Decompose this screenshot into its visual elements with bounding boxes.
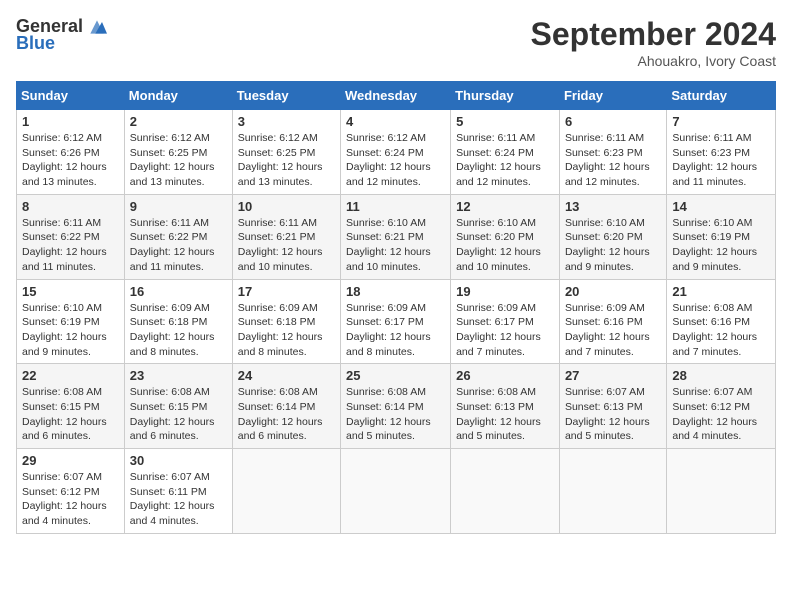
day-20: 20 Sunrise: 6:09 AMSunset: 6:16 PMDaylig… xyxy=(559,279,666,364)
col-friday: Friday xyxy=(559,82,666,110)
day-29: 29 Sunrise: 6:07 AMSunset: 6:12 PMDaylig… xyxy=(17,449,125,534)
logo: General Blue xyxy=(16,16,107,54)
week-5: 29 Sunrise: 6:07 AMSunset: 6:12 PMDaylig… xyxy=(17,449,776,534)
week-3: 15 Sunrise: 6:10 AMSunset: 6:19 PMDaylig… xyxy=(17,279,776,364)
logo-icon xyxy=(87,17,107,37)
calendar-header-row: Sunday Monday Tuesday Wednesday Thursday… xyxy=(17,82,776,110)
page-header: General Blue September 2024 Ahouakro, Iv… xyxy=(16,16,776,69)
title-section: September 2024 Ahouakro, Ivory Coast xyxy=(531,16,776,69)
day-1: 1 Sunrise: 6:12 AMSunset: 6:26 PMDayligh… xyxy=(17,110,125,195)
empty-cell-3 xyxy=(451,449,560,534)
day-16: 16 Sunrise: 6:09 AMSunset: 6:18 PMDaylig… xyxy=(124,279,232,364)
day-7: 7 Sunrise: 6:11 AMSunset: 6:23 PMDayligh… xyxy=(667,110,776,195)
col-tuesday: Tuesday xyxy=(232,82,340,110)
empty-cell-2 xyxy=(341,449,451,534)
day-13: 13 Sunrise: 6:10 AMSunset: 6:20 PMDaylig… xyxy=(559,194,666,279)
col-sunday: Sunday xyxy=(17,82,125,110)
col-wednesday: Wednesday xyxy=(341,82,451,110)
day-26: 26 Sunrise: 6:08 AMSunset: 6:13 PMDaylig… xyxy=(451,364,560,449)
day-11: 11 Sunrise: 6:10 AMSunset: 6:21 PMDaylig… xyxy=(341,194,451,279)
day-15: 15 Sunrise: 6:10 AMSunset: 6:19 PMDaylig… xyxy=(17,279,125,364)
day-4: 4 Sunrise: 6:12 AMSunset: 6:24 PMDayligh… xyxy=(341,110,451,195)
day-5: 5 Sunrise: 6:11 AMSunset: 6:24 PMDayligh… xyxy=(451,110,560,195)
day-21: 21 Sunrise: 6:08 AMSunset: 6:16 PMDaylig… xyxy=(667,279,776,364)
day-28: 28 Sunrise: 6:07 AMSunset: 6:12 PMDaylig… xyxy=(667,364,776,449)
day-10: 10 Sunrise: 6:11 AMSunset: 6:21 PMDaylig… xyxy=(232,194,340,279)
week-2: 8 Sunrise: 6:11 AMSunset: 6:22 PMDayligh… xyxy=(17,194,776,279)
col-thursday: Thursday xyxy=(451,82,560,110)
day-18: 18 Sunrise: 6:09 AMSunset: 6:17 PMDaylig… xyxy=(341,279,451,364)
day-2: 2 Sunrise: 6:12 AMSunset: 6:25 PMDayligh… xyxy=(124,110,232,195)
calendar-table: Sunday Monday Tuesday Wednesday Thursday… xyxy=(16,81,776,534)
month-title: September 2024 xyxy=(531,16,776,53)
week-4: 22 Sunrise: 6:08 AMSunset: 6:15 PMDaylig… xyxy=(17,364,776,449)
day-19: 19 Sunrise: 6:09 AMSunset: 6:17 PMDaylig… xyxy=(451,279,560,364)
day-25: 25 Sunrise: 6:08 AMSunset: 6:14 PMDaylig… xyxy=(341,364,451,449)
day-22: 22 Sunrise: 6:08 AMSunset: 6:15 PMDaylig… xyxy=(17,364,125,449)
day-24: 24 Sunrise: 6:08 AMSunset: 6:14 PMDaylig… xyxy=(232,364,340,449)
day-8: 8 Sunrise: 6:11 AMSunset: 6:22 PMDayligh… xyxy=(17,194,125,279)
empty-cell-5 xyxy=(667,449,776,534)
empty-cell-4 xyxy=(559,449,666,534)
day-9: 9 Sunrise: 6:11 AMSunset: 6:22 PMDayligh… xyxy=(124,194,232,279)
day-23: 23 Sunrise: 6:08 AMSunset: 6:15 PMDaylig… xyxy=(124,364,232,449)
day-3: 3 Sunrise: 6:12 AMSunset: 6:25 PMDayligh… xyxy=(232,110,340,195)
logo-blue-text: Blue xyxy=(16,33,55,54)
empty-cell-1 xyxy=(232,449,340,534)
day-14: 14 Sunrise: 6:10 AMSunset: 6:19 PMDaylig… xyxy=(667,194,776,279)
day-12: 12 Sunrise: 6:10 AMSunset: 6:20 PMDaylig… xyxy=(451,194,560,279)
location-subtitle: Ahouakro, Ivory Coast xyxy=(531,53,776,69)
week-1: 1 Sunrise: 6:12 AMSunset: 6:26 PMDayligh… xyxy=(17,110,776,195)
col-saturday: Saturday xyxy=(667,82,776,110)
day-17: 17 Sunrise: 6:09 AMSunset: 6:18 PMDaylig… xyxy=(232,279,340,364)
day-27: 27 Sunrise: 6:07 AMSunset: 6:13 PMDaylig… xyxy=(559,364,666,449)
day-6: 6 Sunrise: 6:11 AMSunset: 6:23 PMDayligh… xyxy=(559,110,666,195)
day-30: 30 Sunrise: 6:07 AMSunset: 6:11 PMDaylig… xyxy=(124,449,232,534)
col-monday: Monday xyxy=(124,82,232,110)
